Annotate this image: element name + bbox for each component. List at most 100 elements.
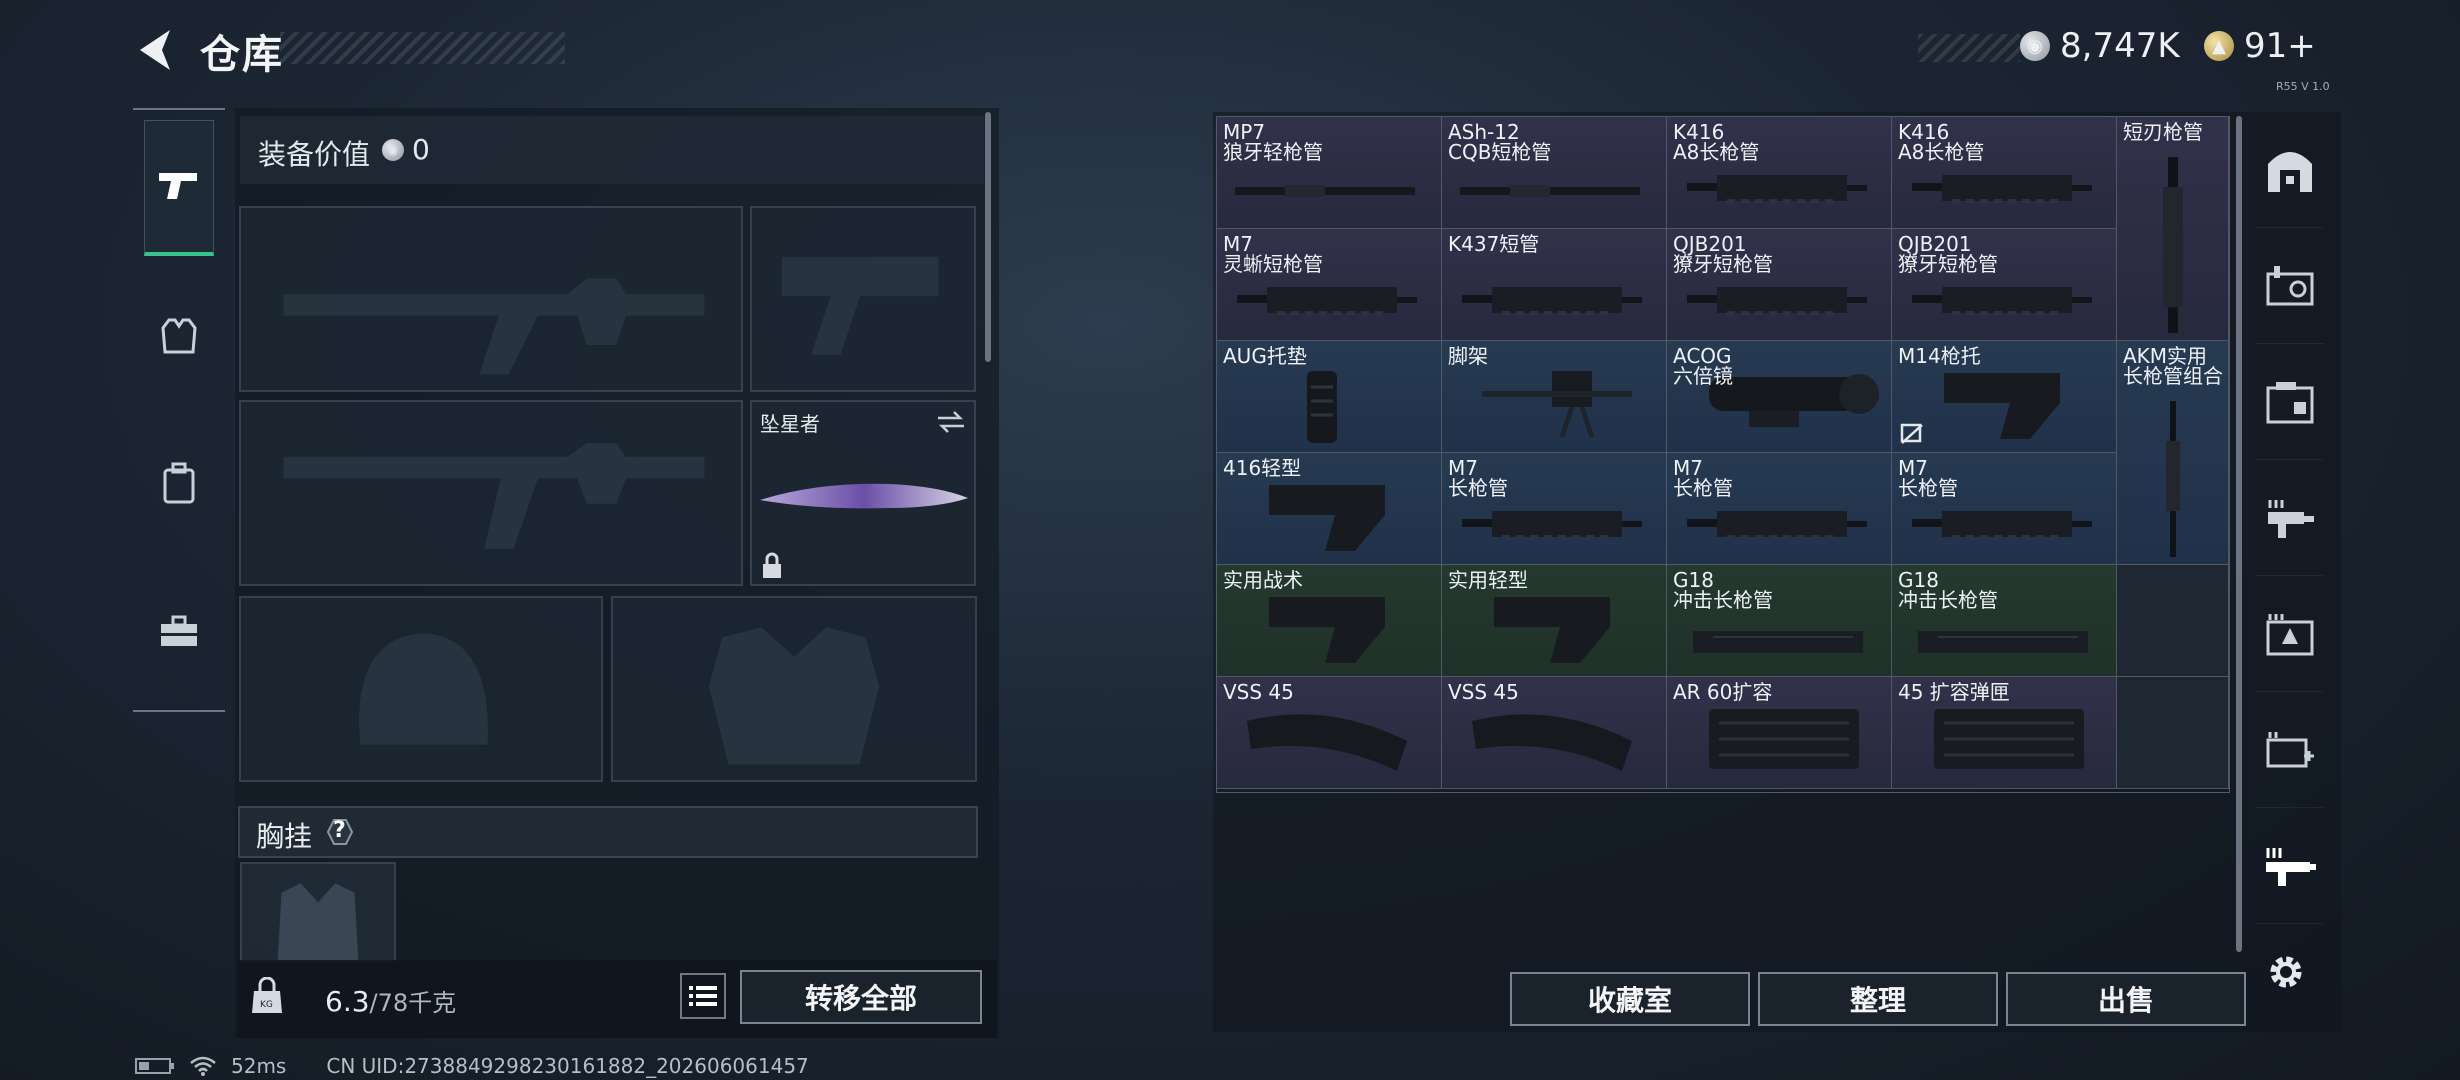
handguard-part-icon — [1687, 175, 1867, 203]
settings-button[interactable] — [2264, 950, 2308, 994]
grid-item[interactable]: G18 冲击长枪管 — [1667, 565, 1892, 677]
grid-item[interactable]: MP7 狼牙轻枪管 — [1217, 117, 1442, 229]
swap-icon[interactable] — [936, 410, 966, 434]
storage-box-icon — [2266, 381, 2314, 423]
secondary-weapon-slot[interactable] — [750, 206, 976, 392]
item-name: 45 扩容弹匣 — [1898, 680, 2010, 704]
chest-help-button[interactable]: ? — [322, 816, 358, 848]
magazine-part-icon — [1934, 709, 2084, 769]
tab-warehouse-weapons[interactable] — [2256, 808, 2324, 924]
stock-part-icon — [1944, 373, 2060, 439]
primary-weapon-slot-1[interactable] — [239, 206, 743, 392]
silver-currency[interactable]: ◉ 8,747K — [2020, 26, 2180, 66]
tab-weapons[interactable] — [133, 114, 225, 262]
wifi-icon — [190, 1056, 216, 1076]
chest-rig-slot[interactable] — [240, 862, 396, 962]
grid-item[interactable]: 实用战术 — [1217, 565, 1442, 677]
handguard-part-icon — [1462, 287, 1642, 315]
page-title: 仓库 — [200, 32, 284, 78]
tab-warehouse-storage[interactable] — [2256, 344, 2324, 460]
item-name: 实用轻型 — [1448, 568, 1528, 592]
item-name: VSS 45 — [1448, 680, 1519, 704]
tab-warehouse-ammo[interactable] — [2256, 228, 2324, 344]
grid-item[interactable]: 45 扩容弹匣 — [1892, 677, 2117, 789]
sell-button[interactable]: 出售 — [2006, 972, 2246, 1026]
grid-item[interactable]: VSS 45 — [1217, 677, 1442, 789]
list-icon — [689, 986, 717, 1006]
grid-item[interactable]: QJB201 獠牙短枪管 — [1667, 229, 1892, 341]
item-image — [1225, 179, 1425, 207]
grid-item[interactable]: AUG托垫 — [1217, 341, 1442, 453]
primary-weapon-slot-2[interactable] — [239, 400, 743, 586]
grid-item[interactable]: M7 长枪管 — [1667, 453, 1892, 565]
barrel-part-icon — [2166, 401, 2180, 557]
handguard-part-icon — [1237, 287, 1417, 315]
transfer-all-button[interactable]: 转移全部 — [740, 970, 982, 1024]
item-name: 416轻型 — [1223, 456, 1302, 480]
loadout-scrollbar[interactable] — [985, 112, 991, 362]
storage-grid: MP7 狼牙轻枪管 ASh-12 CQB短枪管 K416 A8长枪管 K416 A8长枪管 M7… — [1216, 116, 2230, 793]
tab-warehouse-special[interactable] — [2256, 576, 2324, 692]
grid-item[interactable]: M7 灵蜥短枪管 — [1217, 229, 1442, 341]
helmet-slot[interactable] — [239, 596, 603, 782]
special-crate-icon — [2266, 613, 2314, 655]
melee-name: 坠星者 — [760, 412, 820, 436]
collection-room-button[interactable]: 收藏室 — [1510, 972, 1750, 1026]
item-subname: 长枪管 — [1898, 476, 1958, 500]
knife-icon — [760, 483, 968, 509]
grid-item[interactable]: K437短管 — [1442, 229, 1667, 341]
list-view-button[interactable] — [680, 973, 726, 1019]
item-image — [1490, 587, 1620, 671]
tab-warehouse-parts[interactable] — [2256, 460, 2324, 576]
vest-icon — [161, 318, 197, 354]
grid-item-akm-barrel-combo[interactable]: AKM实用 长枪管组合 — [2117, 341, 2229, 565]
rifle-silhouette-icon — [283, 443, 705, 549]
grid-item[interactable]: K416 A8长枪管 — [1892, 117, 2117, 229]
grid-empty-cell[interactable] — [2117, 565, 2229, 677]
item-subname: 獠牙短枪管 — [1898, 252, 1998, 276]
grid-item[interactable]: M7 长枪管 — [1442, 453, 1667, 565]
grid-item[interactable]: 416轻型 — [1217, 453, 1442, 565]
storage-scrollbar[interactable] — [2236, 116, 2242, 952]
grid-item[interactable]: M14枪托 — [1892, 341, 2117, 453]
grid-item-short-blade-barrel[interactable]: 短刃枪管 — [2117, 117, 2229, 341]
stock-part-icon — [1269, 597, 1385, 663]
grid-item[interactable]: QJB201 獠牙短枪管 — [1892, 229, 2117, 341]
item-name: M14枪托 — [1898, 344, 1981, 368]
handguard-part-icon — [1912, 175, 2092, 203]
grid-item[interactable]: G18 冲击长枪管 — [1892, 565, 2117, 677]
lock-icon — [763, 552, 781, 578]
magazine-part-icon — [1247, 714, 1407, 771]
warehouse-tabs — [2256, 112, 2324, 972]
grid-item[interactable]: 实用轻型 — [1442, 565, 1667, 677]
item-subname: CQB短枪管 — [1448, 140, 1552, 164]
item-image — [1689, 699, 1869, 783]
grid-item[interactable]: ASh-12 CQB短枪管 — [1442, 117, 1667, 229]
rifle-silhouette-icon — [283, 278, 705, 375]
handguard-part-icon — [1687, 511, 1867, 539]
item-image — [1237, 279, 1417, 327]
item-image — [1462, 279, 1642, 327]
tab-case[interactable] — [133, 558, 225, 706]
back-button[interactable] — [132, 26, 180, 74]
grid-empty-cell[interactable] — [2117, 677, 2229, 789]
tab-backpack[interactable] — [133, 410, 225, 558]
grid-item[interactable]: M7 长枪管 — [1892, 453, 2117, 565]
toolbox-icon — [161, 615, 197, 646]
tab-warehouse-main[interactable] — [2256, 112, 2324, 228]
pistol-icon — [159, 172, 197, 199]
tab-armor[interactable] — [133, 262, 225, 410]
grid-item[interactable]: K416 A8长枪管 — [1667, 117, 1892, 229]
gold-currency[interactable]: ▲ 91+ — [2204, 26, 2316, 66]
grid-item[interactable]: AR 60扩容 — [1667, 677, 1892, 789]
handguard-part-icon — [1687, 287, 1867, 315]
grid-item[interactable]: 脚架 — [1442, 341, 1667, 453]
tab-warehouse-medical[interactable] — [2256, 692, 2324, 808]
armor-slot[interactable] — [611, 596, 977, 782]
gold-value: 91+ — [2244, 26, 2316, 66]
melee-slot[interactable]: 坠星者 — [750, 400, 976, 586]
grid-item[interactable]: ACOG 六倍镜 — [1667, 341, 1892, 453]
tidy-button[interactable]: 整理 — [1758, 972, 1998, 1026]
item-image — [1462, 701, 1642, 785]
grid-item[interactable]: VSS 45 — [1442, 677, 1667, 789]
